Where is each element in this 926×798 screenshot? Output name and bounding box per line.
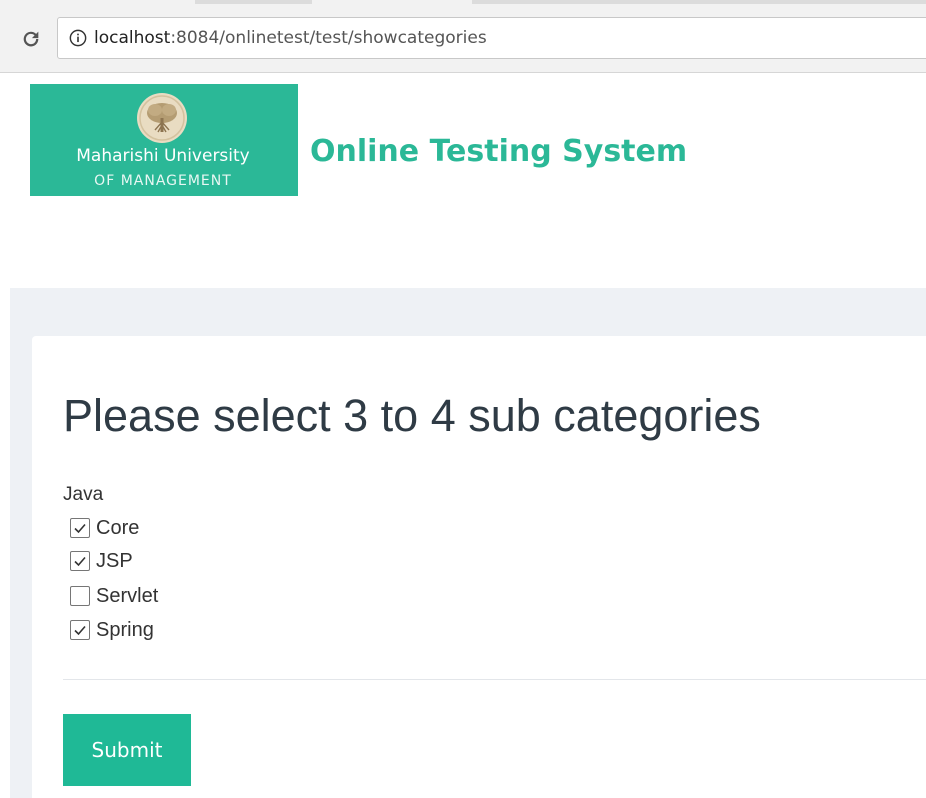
- logo-university-name: Maharishi University: [76, 146, 250, 166]
- option-spring[interactable]: Spring: [70, 618, 154, 642]
- url-path: :8084/onlinetest/test/showcategories: [170, 28, 487, 48]
- url-host: localhost: [94, 28, 171, 48]
- option-core[interactable]: Core: [70, 516, 139, 540]
- checkbox-spring[interactable]: [70, 620, 90, 640]
- checkbox-jsp[interactable]: [70, 551, 90, 571]
- reload-button[interactable]: [18, 26, 44, 52]
- option-label-core: Core: [96, 516, 140, 539]
- category-label-java: Java: [63, 484, 104, 505]
- checkbox-servlet[interactable]: [70, 586, 90, 606]
- url-text: localhost:8084/onlinetest/test/showcateg…: [94, 28, 487, 48]
- reload-icon: [23, 31, 39, 47]
- submit-button[interactable]: Submit: [63, 714, 191, 786]
- checkmark-icon: [74, 556, 86, 567]
- checkmark-icon: [74, 523, 86, 534]
- address-bar[interactable]: localhost:8084/onlinetest/test/showcateg…: [57, 17, 926, 59]
- option-servlet[interactable]: Servlet: [70, 584, 158, 608]
- info-icon[interactable]: [68, 28, 88, 48]
- tab-strip: [195, 0, 926, 4]
- checkbox-core[interactable]: [70, 518, 90, 538]
- checkmark-icon: [74, 625, 86, 636]
- browser-toolbar: localhost:8084/onlinetest/test/showcateg…: [0, 0, 926, 73]
- logo-subtitle: OF MANAGEMENT: [94, 173, 232, 189]
- option-label-jsp: JSP: [96, 549, 133, 572]
- option-label-servlet: Servlet: [96, 584, 159, 607]
- tree-emblem-icon: [137, 93, 187, 143]
- page-heading: Please select 3 to 4 sub categories: [63, 390, 761, 441]
- form-divider: [63, 679, 926, 680]
- site-title: Online Testing System: [310, 134, 688, 169]
- active-tab-edge: [312, 0, 472, 4]
- option-label-spring: Spring: [96, 618, 154, 641]
- option-jsp[interactable]: JSP: [70, 549, 133, 573]
